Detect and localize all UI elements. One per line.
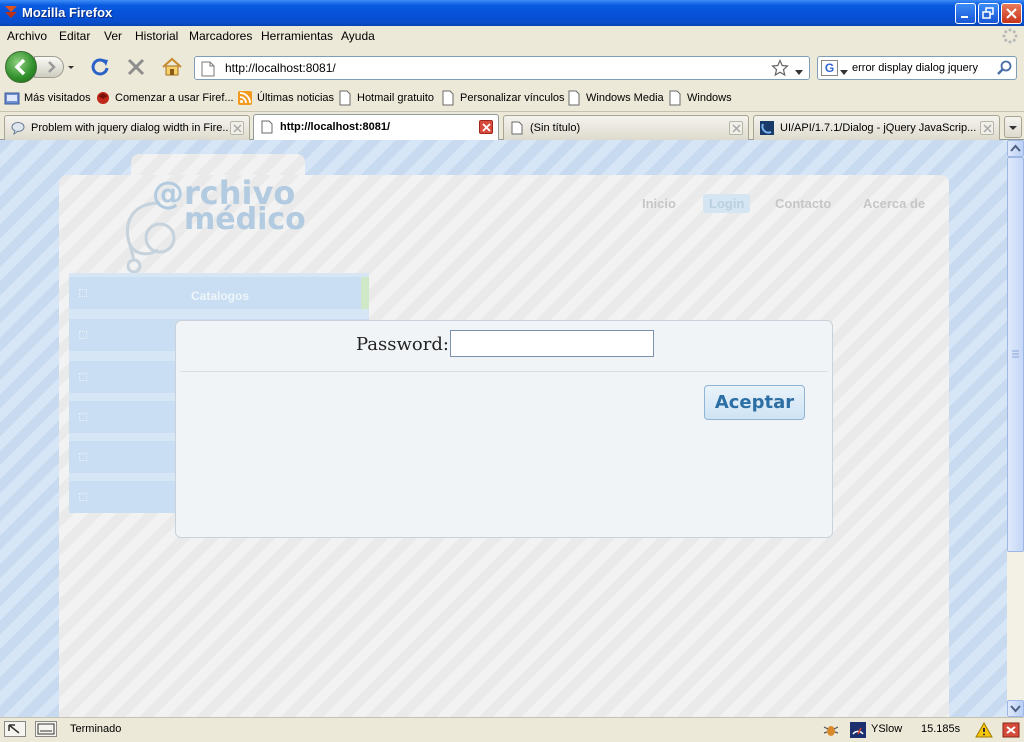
- dialog-divider: [180, 371, 828, 372]
- tab-close-icon[interactable]: [479, 120, 493, 134]
- menu-ver[interactable]: Ver: [104, 29, 122, 43]
- jquery-logo-icon: [760, 121, 774, 135]
- load-time: 15.185s: [921, 723, 961, 735]
- scroll-down-button[interactable]: [1007, 700, 1024, 717]
- bullet-icon: [79, 289, 87, 297]
- bookmark-star-icon[interactable]: [771, 59, 789, 80]
- firefox-menu-icon[interactable]: [2, 3, 20, 21]
- stop-icon[interactable]: [125, 56, 147, 78]
- window-titlebar: Mozilla Firefox: [0, 0, 1024, 26]
- rss-feed-icon: [237, 90, 253, 106]
- menu-archivo[interactable]: Archivo: [7, 29, 47, 43]
- window-title: Mozilla Firefox: [22, 5, 113, 20]
- page-icon: [201, 61, 215, 80]
- chat-bubble-icon: [11, 121, 25, 136]
- error-console-icon[interactable]: [1002, 721, 1020, 742]
- close-window-button[interactable]: [1001, 3, 1022, 24]
- list-all-tabs-button[interactable]: [1004, 116, 1022, 138]
- yslow-label[interactable]: YSlow: [871, 723, 902, 735]
- status-text: Terminado: [70, 723, 122, 735]
- page-icon: [510, 121, 524, 135]
- menu-herramientas[interactable]: Herramientas: [261, 29, 333, 43]
- nav-inicio[interactable]: Inicio: [642, 196, 676, 211]
- page-icon: [260, 120, 274, 134]
- url-input[interactable]: [225, 60, 745, 76]
- bullet-icon: [79, 413, 87, 421]
- nav-acerca-de[interactable]: Acerca de: [863, 196, 925, 211]
- console-icon[interactable]: [35, 721, 57, 737]
- tab-close-icon[interactable]: [729, 121, 743, 135]
- password-field[interactable]: [450, 330, 654, 357]
- yslow-gauge-icon[interactable]: [849, 721, 867, 742]
- navigation-toolbar: G: [0, 46, 1024, 86]
- page-icon: [566, 90, 582, 106]
- page-icon: [337, 90, 353, 106]
- search-engine-dropdown-icon[interactable]: [840, 65, 848, 79]
- minimize-button[interactable]: [955, 3, 976, 24]
- history-dropdown-icon[interactable]: [64, 56, 78, 78]
- firebug-inspect-icon[interactable]: [4, 721, 26, 737]
- firefox-bookmark-icon: [95, 90, 111, 106]
- folder-icon: [4, 90, 20, 106]
- menu-accent: [361, 277, 369, 309]
- password-label: Password:: [356, 334, 449, 355]
- bullet-icon: [79, 373, 87, 381]
- address-bar[interactable]: [194, 56, 810, 80]
- bullet-icon: [79, 453, 87, 461]
- tab-jquery-ui-dialog[interactable]: UI/API/1.7.1/Dialog - jQuery JavaScrip..…: [753, 115, 1000, 140]
- side-menu-item-label: Catalogos: [191, 289, 250, 303]
- tab-jquery-problem[interactable]: Problem with jquery dialog width in Fire…: [4, 115, 250, 140]
- site-logo[interactable]: @rchivo médico: [120, 168, 320, 274]
- menu-historial[interactable]: Historial: [135, 29, 178, 43]
- status-bar: Terminado YSlow 15.185s: [0, 717, 1024, 742]
- vertical-scrollbar[interactable]: [1007, 140, 1024, 717]
- nav-login[interactable]: Login: [703, 194, 751, 213]
- throbber-icon: [1002, 28, 1018, 44]
- tab-close-icon[interactable]: [230, 121, 244, 135]
- scroll-up-button[interactable]: [1007, 140, 1024, 157]
- tab-localhost[interactable]: http://localhost:8081/: [253, 114, 499, 141]
- forward-button[interactable]: [34, 56, 64, 78]
- nav-contacto[interactable]: Contacto: [775, 196, 831, 211]
- restore-button[interactable]: [978, 3, 999, 24]
- tab-sin-titulo[interactable]: (Sin título): [503, 115, 749, 140]
- firebug-bug-icon[interactable]: [822, 721, 840, 742]
- search-input[interactable]: [852, 60, 990, 76]
- warning-icon[interactable]: [975, 721, 993, 742]
- bullet-icon: [79, 331, 87, 339]
- search-icon[interactable]: [996, 60, 1012, 79]
- side-menu-item[interactable]: Catalogos: [69, 277, 369, 309]
- scroll-thumb[interactable]: [1007, 157, 1024, 552]
- menu-editar[interactable]: Editar: [59, 29, 90, 43]
- home-icon[interactable]: [161, 56, 183, 78]
- bullet-icon: [79, 493, 87, 501]
- back-button[interactable]: [5, 51, 37, 83]
- reload-icon[interactable]: [89, 56, 111, 78]
- menu-bar: Archivo Editar Ver Historial Marcadores …: [0, 26, 1024, 46]
- google-engine-icon[interactable]: G: [821, 60, 838, 76]
- menu-ayuda[interactable]: Ayuda: [341, 29, 375, 43]
- tab-close-icon[interactable]: [980, 121, 994, 135]
- logo-line-2: médico: [184, 202, 306, 237]
- page-icon: [667, 90, 683, 106]
- bookmarks-toolbar: Más visitados Comenzar a usar Firef... Ú…: [0, 86, 1024, 112]
- url-dropdown-icon[interactable]: [795, 65, 803, 79]
- aceptar-button[interactable]: Aceptar: [704, 385, 805, 420]
- login-dialog: Password: Aceptar: [175, 320, 833, 538]
- search-bar[interactable]: G: [817, 56, 1017, 80]
- tab-strip: Problem with jquery dialog width in Fire…: [0, 112, 1024, 141]
- page-icon: [440, 90, 456, 106]
- page-viewport: @rchivo médico Inicio Login Contacto Ace…: [0, 140, 1007, 717]
- menu-marcadores[interactable]: Marcadores: [189, 29, 252, 43]
